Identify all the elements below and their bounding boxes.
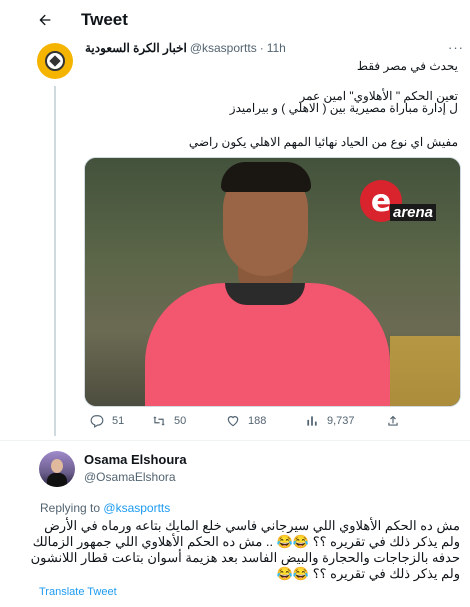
tweet-text-line: ل إدارة مباراة مصيرية بين ( الاهلي ) و ب… [229, 101, 458, 115]
retweet-button[interactable]: 50 [152, 414, 186, 428]
more-icon[interactable]: ··· [448, 40, 464, 55]
replying-to-line: Replying to @ksasportts [40, 501, 170, 515]
reply-author-handle[interactable]: @OsamaElshora [84, 470, 176, 484]
like-count: 188 [248, 415, 267, 427]
divider [0, 440, 470, 441]
replying-prefix: Replying to [40, 501, 101, 515]
arrow-left-icon [39, 14, 51, 26]
separator: · [259, 41, 264, 55]
reply-button[interactable]: 51 [90, 414, 124, 428]
tweet-text-line: مفيش اي نوع من الحياد نهائيا المهم الاهل… [188, 135, 458, 149]
back-button[interactable] [30, 8, 60, 32]
share-icon [388, 415, 398, 426]
heart-icon [227, 416, 239, 427]
author-handle[interactable]: @ksasportts [190, 41, 257, 55]
retweet-icon [153, 416, 165, 426]
page-title: Tweet [81, 10, 128, 29]
like-button[interactable]: 188 [226, 414, 266, 428]
earena-logo: e arena [360, 180, 450, 224]
views-button[interactable]: 9,737 [305, 414, 355, 428]
replying-to-link[interactable]: @ksasportts [103, 501, 170, 515]
thread-line [54, 86, 56, 436]
author-avatar[interactable] [37, 43, 73, 79]
football-icon [45, 51, 65, 71]
view-count: 9,737 [327, 415, 355, 427]
reply-author-avatar[interactable] [39, 451, 75, 487]
tweet-time[interactable]: 11h [267, 41, 286, 55]
reply-author-name[interactable]: Osama Elshoura [84, 452, 187, 467]
reply-count: 51 [112, 415, 125, 427]
header-bar: Tweet [0, 0, 470, 40]
translate-tweet-link[interactable]: Translate Tweet [39, 586, 117, 598]
tweet-author-line: اخبار الكرة السعودية @ksasportts · 11h [85, 41, 286, 55]
comment-icon [90, 415, 104, 428]
reply-text: مش ده الحكم الأهلاوي اللي سيرجاني فاسي خ… [30, 518, 460, 581]
share-button[interactable] [386, 414, 400, 428]
tweet-text-line: يحدث في مصر فقط [356, 59, 458, 73]
tweet-photo[interactable]: e arena [84, 157, 461, 407]
retweet-count: 50 [174, 415, 187, 427]
tweet-actions: 51 50 188 9,737 [90, 414, 410, 434]
author-name[interactable]: اخبار الكرة السعودية [85, 41, 187, 55]
views-icon [307, 416, 317, 426]
